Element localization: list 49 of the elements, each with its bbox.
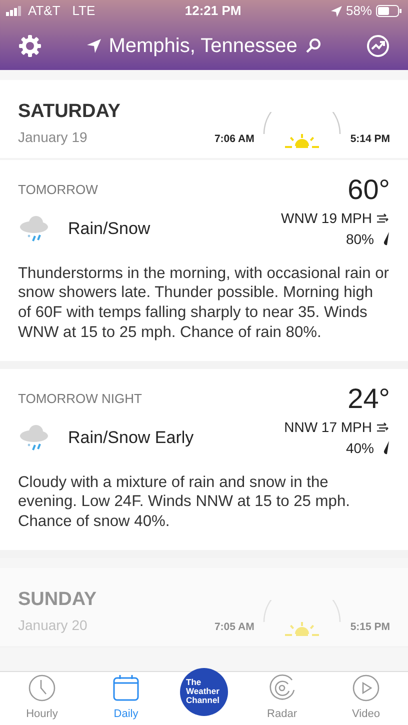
weather-channel-logo[interactable]: The Weather Channel <box>180 668 228 716</box>
temperature: 60° <box>348 176 390 204</box>
location-name: Memphis, Tennessee <box>108 34 298 59</box>
signal-icon <box>6 6 24 16</box>
temperature: 24° <box>348 384 390 413</box>
location-button[interactable]: Memphis, Tennessee <box>86 31 322 61</box>
wind-text: NNW 17 MPH <box>284 418 372 437</box>
settings-button[interactable] <box>18 34 42 58</box>
sun-icon <box>285 134 320 148</box>
sunset-time: 5:14 PM <box>350 132 390 147</box>
network-type: LTE <box>72 2 96 20</box>
sunrise-time: 7:05 AM <box>214 620 254 635</box>
day-date: January 20 <box>18 616 88 635</box>
day-date: January 19 <box>18 128 88 147</box>
day-name: SATURDAY <box>18 100 120 124</box>
wind-icon <box>376 422 390 432</box>
sunset-time: 5:15 PM <box>350 620 390 635</box>
tab-button[interactable]: Daily <box>96 672 156 725</box>
condition-text: Rain/Snow <box>68 218 150 240</box>
wind-icon <box>376 213 390 223</box>
precip-chance: 80% <box>346 230 374 248</box>
sunrise-time: 7:06 AM <box>214 132 254 147</box>
location-icon <box>330 6 342 16</box>
search-icon <box>305 38 322 54</box>
trends-button[interactable] <box>366 34 390 58</box>
tab-button[interactable]: Video <box>336 672 396 725</box>
status-time: 12:21 PM <box>184 2 242 20</box>
forecast-description: Thunderstorms in the morning, with occasional rain or snow showers late. Thunder possible. Morning high of 60F with temps falling sharply to near 35. Winds WNW at 15 to 25 mph. Chance of rain 80%. <box>18 264 390 343</box>
calendar-icon <box>112 674 140 702</box>
battery-icon <box>376 5 402 17</box>
condition-text: Rain/Snow Early <box>68 427 194 450</box>
forecast-description: Cloudy with a mixture of rain and snow in the evening. Low 24F. Winds NNW at 15 to 25 mph. Chance of snow 40%. <box>18 472 351 532</box>
period-label: TOMORROW <box>18 180 99 198</box>
clock-icon <box>28 674 56 702</box>
carrier-name: AT&T <box>28 2 60 20</box>
raindrop-icon <box>382 441 390 456</box>
precip-chance: 40% <box>346 438 374 458</box>
wind-text: WNW 19 MPH <box>281 208 372 228</box>
tab-button[interactable]: Radar <box>252 672 312 725</box>
settings-icon <box>18 34 42 58</box>
location-arrow-icon <box>86 39 101 53</box>
battery-percent: 58% <box>346 2 372 20</box>
day-name: SUNDAY <box>18 588 96 612</box>
tab-button[interactable]: Hourly <box>12 672 72 725</box>
period-label: TOMORROW NIGHT <box>18 390 143 408</box>
play-icon <box>352 674 380 702</box>
sun-icon <box>285 622 320 636</box>
radar-icon <box>268 674 296 702</box>
raindrop-icon <box>382 232 390 246</box>
